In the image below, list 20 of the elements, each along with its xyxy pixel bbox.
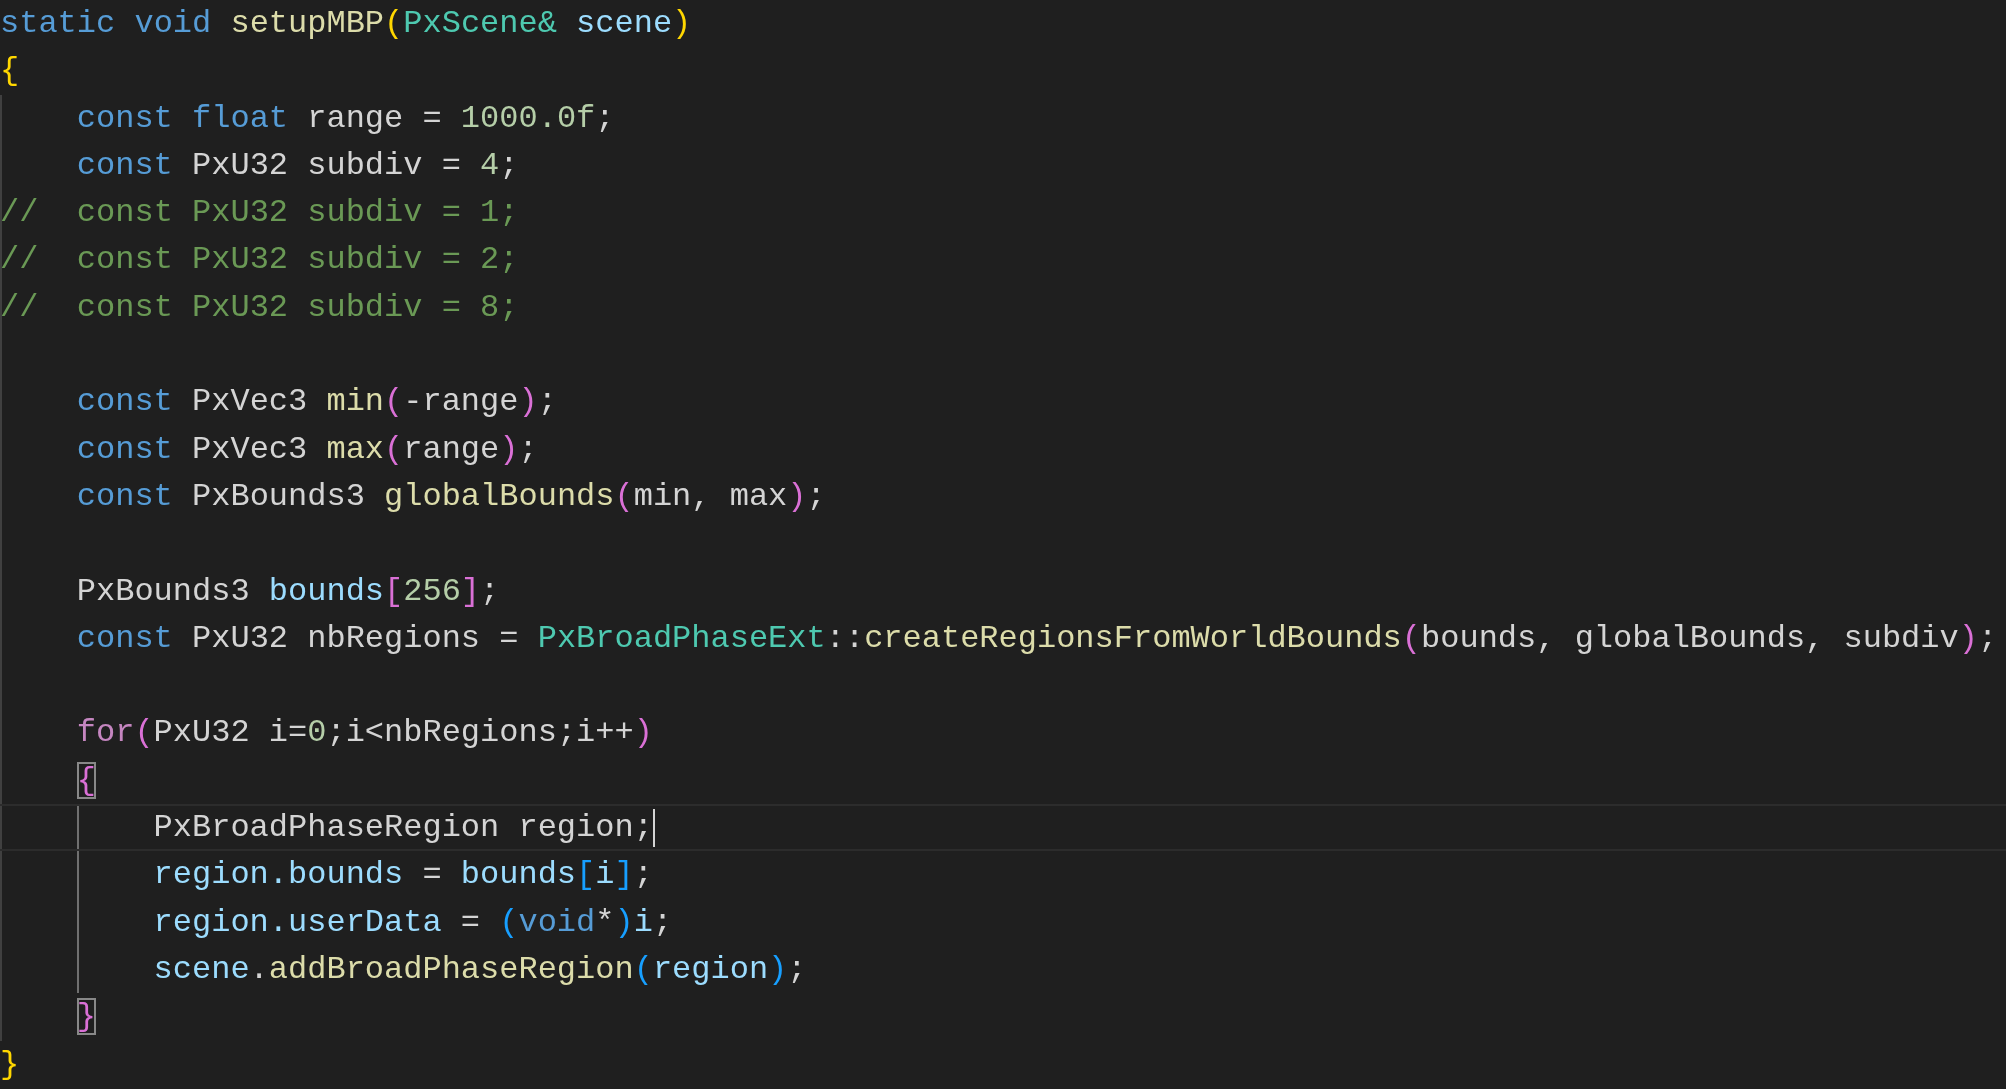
code-line: region.bounds = bounds[i]; <box>153 855 653 896</box>
code-line: const PxVec3 max(range); <box>76 429 538 470</box>
code-line: { <box>76 760 96 801</box>
code-line: scene.addBroadPhaseRegion(region); <box>153 949 807 990</box>
code-comment-line: // const PxU32 subdiv = 1; <box>0 193 519 234</box>
code-line: PxBroadPhaseRegion region; <box>153 807 655 849</box>
code-line: const PxU32 nbRegions = PxBroadPhaseExt::createRegionsFromWorldBounds(bounds, globalBounds, subdiv); <box>76 618 1998 659</box>
code-line: region.userData = (void*)i; <box>153 902 673 943</box>
code-comment-line: // const PxU32 subdiv = 8; <box>0 287 519 328</box>
code-line: static void setupMBP(PxScene& scene) <box>0 4 692 44</box>
code-line: for(PxU32 i=0;i<nbRegions;i++) <box>76 713 653 754</box>
code-line: { <box>0 51 20 92</box>
code-line: const float range = 1000.0f; <box>76 98 615 139</box>
code-line: const PxBounds3 globalBounds(min, max); <box>76 476 826 517</box>
code-comment-line: // const PxU32 subdiv = 2; <box>0 240 519 281</box>
code-line: } <box>0 1044 20 1085</box>
code-line: PxBounds3 bounds[256]; <box>76 571 500 612</box>
code-line: const PxVec3 min(-range); <box>76 382 557 423</box>
code-line: } <box>76 997 96 1038</box>
code-line: const PxU32 subdiv = 4; <box>76 145 519 186</box>
